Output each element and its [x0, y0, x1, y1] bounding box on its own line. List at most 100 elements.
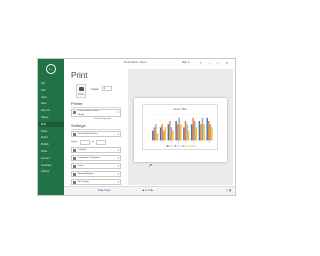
maximize-icon[interactable]: □ [217, 61, 222, 65]
printer-name: Canon MX490 series [78, 110, 99, 112]
chart-bar [184, 121, 187, 141]
x-tick-label: 8 [209, 142, 210, 144]
sidebar-item-info[interactable]: Info [41, 81, 61, 86]
margins-icon [73, 173, 76, 176]
page-total-label: of 1 [146, 189, 151, 192]
sidebar-item-account[interactable]: Account [41, 156, 61, 161]
legend-swatch [174, 145, 177, 147]
sidebar-item-export[interactable]: Export [41, 135, 61, 140]
preview-bar-chart: Chart Title 1 2 3 4 5 6 7 8 [142, 104, 218, 150]
excel-backstage-window: ← Info New Open Save Save As History Print Shar… [37, 58, 236, 196]
divider [71, 129, 121, 130]
chart-bar [153, 127, 156, 141]
print-preview-pane: Chart Title 1 2 3 4 5 6 7 8 ↗ [128, 69, 233, 185]
chevron-down-icon: ▾ [117, 165, 119, 168]
sidebar-item-share[interactable]: Share [41, 129, 61, 134]
chevron-down-icon: ▾ [117, 173, 119, 176]
paper-size-select[interactable]: Letter ▾ [71, 163, 121, 169]
minimize-icon[interactable]: – [208, 61, 213, 65]
chart-bar [211, 127, 213, 141]
legend-label-placeholder [169, 145, 173, 147]
title-bar: Presentation - Excel Sign in ? – □ ✕ [64, 59, 235, 67]
printer-section-title: Printer [71, 101, 83, 106]
chart-bar [176, 124, 179, 141]
x-tick-label: 2 [162, 142, 163, 144]
next-page-icon[interactable]: ▶ [151, 189, 153, 192]
help-icon[interactable]: ? [200, 61, 205, 65]
sidebar-item-print[interactable]: Print [38, 121, 64, 127]
sidebar-item-new[interactable]: New [41, 88, 61, 93]
chevron-down-icon: ▾ [117, 157, 119, 160]
copies-label: Copies: [91, 88, 100, 91]
screen-background: ← Info New Open Save Save As History Print Shar… [0, 0, 256, 256]
sign-in-link[interactable]: Sign in [182, 59, 190, 67]
sidebar-item-history[interactable]: History [41, 115, 61, 120]
print-button[interactable]: Print [76, 84, 86, 98]
copies-stepper[interactable]: 1 [102, 86, 112, 91]
chart-bar [172, 130, 174, 141]
chart-bar [209, 124, 212, 141]
printer-icon [79, 87, 84, 91]
chart-bar [162, 130, 165, 141]
chart-bar [161, 124, 163, 141]
orientation-icon [73, 157, 76, 160]
chevron-down-icon: ▾ [117, 181, 119, 184]
chart-title: Chart Title [173, 107, 186, 111]
page-setup-link[interactable]: Page Setup [98, 189, 111, 192]
orientation-value: Landscape Orientation [78, 157, 101, 159]
x-tick-label: 7 [201, 142, 202, 144]
printer-icon [73, 111, 76, 114]
printer-properties-link[interactable]: Printer Properties [94, 118, 111, 120]
legend-label-placeholder [191, 145, 196, 147]
sidebar-item-close[interactable]: Close [41, 149, 61, 154]
divider [71, 107, 121, 108]
window-controls[interactable]: ? – □ ✕ [200, 59, 231, 67]
sidebar-item-open[interactable]: Open [41, 95, 61, 100]
backstage-sidebar: ← Info New Open Save Save As History Print Shar… [38, 59, 64, 195]
print-what-value: Print Selected Chart [78, 133, 98, 135]
sidebar-item-feedback[interactable]: Feedback [41, 163, 61, 168]
chart-bar [170, 127, 173, 141]
chart-icon [73, 133, 76, 136]
back-arrow-icon[interactable]: ← [46, 64, 56, 74]
chart-bar [200, 124, 202, 141]
printer-select[interactable]: Canon MX490 series Ready ▾ [71, 109, 121, 117]
legend-label-placeholder [184, 145, 189, 147]
pages-to-label: to [92, 141, 94, 143]
chart-bar [180, 124, 182, 141]
scaling-select[interactable]: No Scaling ▾ [71, 179, 121, 185]
collation-select[interactable]: Collated ▾ [71, 147, 121, 153]
chart-bar [152, 130, 154, 141]
chart-bar [164, 127, 166, 141]
sidebar-item-save-as[interactable]: Save As [41, 108, 61, 113]
mouse-cursor-icon: ↗ [148, 163, 153, 169]
pages-label: Pages: [71, 141, 78, 143]
chart-bar [186, 124, 188, 141]
print-what-select[interactable]: Print Selected Chart ▾ [71, 131, 121, 137]
paper-icon [73, 165, 76, 168]
pages-from-input[interactable] [80, 140, 90, 145]
margins-select[interactable]: Normal Margins ▾ [71, 171, 121, 177]
x-tick-label: 6 [194, 142, 195, 144]
sidebar-item-options[interactable]: Options [41, 169, 61, 174]
collation-value: Collated [78, 149, 87, 151]
orientation-select[interactable]: Landscape Orientation ▾ [71, 155, 121, 161]
chart-bar [195, 127, 198, 141]
close-icon[interactable]: ✕ [225, 61, 231, 65]
settings-section-title: Settings [71, 123, 86, 128]
scaling-value: No Scaling [78, 181, 89, 183]
printer-status: Ready [78, 113, 85, 116]
fit-page-icon[interactable]: ▢ [226, 189, 228, 192]
chart-bar [159, 127, 162, 141]
chart-bar [169, 121, 171, 141]
chart-bar [206, 117, 208, 141]
legend-swatch [166, 145, 169, 147]
sidebar-item-save[interactable]: Save [41, 101, 61, 106]
pages-to-input[interactable] [96, 140, 106, 145]
chart-bar [203, 124, 205, 141]
zoom-page-icon[interactable]: ▣ [229, 189, 231, 192]
page-navigation: ◀ 1 of 1 ▶ [142, 189, 153, 192]
sidebar-item-publish[interactable]: Publish [41, 142, 61, 147]
legend-swatch [181, 145, 184, 147]
x-tick-label: 3 [170, 142, 171, 144]
